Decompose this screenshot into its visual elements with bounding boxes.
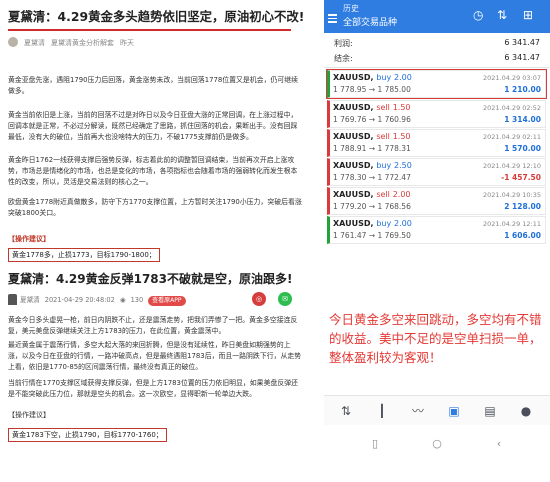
history-icon[interactable]: ▣ (446, 403, 462, 419)
trade-side: buy (376, 219, 392, 228)
trade-date: 2021.04.29 10:35 (482, 191, 541, 199)
annotation-note: 今日黄金多空来回跳动，多空均有不错的收益。美中不足的是空单扫损一单，整体盈利较为… (329, 312, 542, 365)
trade-profit: 1 570.00 (504, 144, 541, 153)
avatar (8, 37, 18, 47)
author-avatar (8, 294, 17, 305)
system-nav-bar: ▯ ○ ‹ (324, 430, 550, 460)
trade-symbol: XAUUSD, (333, 73, 374, 82)
trade-date: 2021.04.29 12:10 (482, 162, 541, 170)
recent-icon[interactable]: ▯ (368, 437, 382, 451)
trade-date: 2021.04.29 02:52 (482, 104, 541, 112)
divider (324, 67, 550, 68)
trade-lots: 1.50 (392, 103, 411, 112)
trade-profit: 1 314.00 (504, 115, 541, 124)
trade-prices: 1 788.91 → 1 778.31 (333, 144, 411, 153)
trade-lots: 2.00 (394, 219, 412, 228)
trade-prices: 1 761.47 → 1 769.50 (333, 231, 411, 240)
trade-side: sell (376, 190, 390, 199)
weibo-share-icon[interactable]: ◎ (252, 292, 266, 306)
trade-history-screen: 历史 全部交易品种 ◷ ⇅ ⊞ 利润: 6 341.47 结余: 6 341.4… (324, 0, 550, 482)
article1-paragraph: 黄金当前依旧是上涨，当前的回落不过是对昨日以及今日亚盘大涨的正常回调，在上涨过程… (8, 111, 298, 141)
menu-icon[interactable] (328, 14, 337, 25)
trade-row[interactable]: XAUUSD, sell 2.00 1 779.20 → 1 768.56 20… (327, 187, 546, 215)
sort-icon[interactable]: ⇅ (497, 8, 507, 22)
title-underline (8, 29, 291, 31)
summary-value: 6 341.47 (504, 53, 540, 62)
clock-icon[interactable]: ◷ (473, 8, 483, 22)
bottom-nav: ⇅ ┃ 〰 ▣ ▤ ● (324, 395, 550, 425)
header-subtitle: 历史 (343, 4, 359, 13)
trend-icon[interactable]: 〰 (410, 403, 426, 419)
add-order-icon[interactable]: ⊞ (523, 8, 533, 22)
trade-side: sell (376, 103, 390, 112)
trade-date: 2021.04.29 03:07 (482, 74, 541, 82)
trade-row[interactable]: XAUUSD, buy 2.50 1 778.30 → 1 772.47 202… (327, 158, 546, 186)
trade-row[interactable]: XAUUSD, buy 2.00 1 761.47 → 1 769.50 202… (327, 216, 546, 244)
summary-row: 结余: 6 341.47 (324, 53, 550, 66)
open-app-button[interactable]: 查看原APP (148, 296, 186, 306)
trade-symbol: XAUUSD, (333, 219, 374, 228)
article1-paragraph: 欧盘黄金1778附近真做散多，防守下方1770支撑位置，上方暂时关注1790小压… (8, 198, 302, 217)
trade-date: 2021.04.29 12:11 (482, 220, 541, 228)
summary-row: 利润: 6 341.47 (324, 38, 550, 51)
trade-row[interactable]: XAUUSD, sell 1.50 1 788.91 → 1 778.31 20… (327, 129, 546, 157)
trade-symbol: XAUUSD, (333, 190, 374, 199)
trade-profit: 1 606.00 (504, 231, 541, 240)
article2-views: 130 (130, 296, 144, 304)
article1-paragraph: 黄金昨日1762一线获得支撑后强势反弹，标志着此前的调整暂回调结束，当前再次开启… (8, 156, 298, 186)
header-title[interactable]: 全部交易品种 (343, 15, 397, 28)
trade-symbol: XAUUSD, (333, 103, 374, 112)
article2-datetime: 2021-04-29 20:48:02 (44, 296, 115, 304)
trade-side: buy (376, 73, 392, 82)
trade-side: buy (376, 161, 392, 170)
trade-prices: 1 778.30 → 1 772.47 (333, 173, 411, 182)
trade-prices: 1 778.95 → 1 785.00 (333, 85, 411, 94)
news-icon[interactable]: ▤ (482, 403, 498, 419)
article1-tag: 【操作建议】 (8, 235, 50, 243)
article2-suggestion-box: 黄金1783下空，止损1790，目标1770-1760； (8, 428, 167, 442)
trade-date: 2021.04.29 02:11 (482, 133, 541, 141)
article2-paragraph: 当前行情在1770支撑区域获得支撑反弹，但是上方1783位置的压力依旧明显，如果… (8, 379, 299, 398)
summary-value: 6 341.47 (504, 38, 540, 47)
article1-column[interactable]: 夏黛清黄金分析解套 (51, 39, 114, 47)
trade-prices: 1 769.76 → 1 760.96 (333, 115, 411, 124)
article2-paragraph: 黄金今日多头虚晃一枪，前日内阴跌不止，还是震荡走势，把我们弄惨了一把。黄金多空接… (8, 316, 298, 335)
trade-symbol: XAUUSD, (333, 132, 374, 141)
article1-meta: 夏黛清 夏黛清黄金分析解套 昨天 (8, 37, 140, 48)
quotes-icon[interactable]: ⇅ (338, 403, 354, 419)
trade-lots: 2.00 (394, 73, 412, 82)
app-header: 历史 全部交易品种 ◷ ⇅ ⊞ (324, 0, 550, 33)
article1-paragraph: 黄金亚盘先涨，遇阻1790压力后回落，黄金涨势未改，当前回落1778位置又是机会… (8, 76, 299, 95)
trade-row[interactable]: XAUUSD, buy 2.00 1 778.95 → 1 785.00 202… (326, 69, 547, 99)
chart-icon[interactable]: ┃ (374, 403, 390, 419)
trade-row[interactable]: XAUUSD, sell 1.50 1 769.76 → 1 760.96 20… (327, 100, 546, 128)
trade-lots: 1.50 (392, 132, 411, 141)
article1-author[interactable]: 夏黛清 (24, 39, 45, 47)
trade-lots: 2.50 (394, 161, 412, 170)
trade-lots: 2.00 (392, 190, 411, 199)
summary-label: 结余: (334, 54, 353, 63)
article1-title: 夏黛清：4.29黄金多头趋势依旧坚定，原油初心不改! (8, 9, 305, 24)
eye-icon: ◉ (119, 296, 126, 304)
back-icon[interactable]: ‹ (492, 437, 506, 451)
chat-icon[interactable]: ● (518, 403, 534, 419)
trade-side: sell (376, 132, 390, 141)
trade-loss: -1 457.50 (501, 173, 541, 182)
article2-tag: 【操作建议】 (8, 411, 50, 419)
trade-symbol: XAUUSD, (333, 161, 374, 170)
article1-suggestion-box: 黄金1778多，止损1773，目标1790-1800； (8, 248, 160, 262)
trade-profit: 2 128.00 (504, 202, 541, 211)
article2-paragraph: 最近黄金属于震荡行情，多空大起大落的来回折腾，但是没有延续性，昨日美盘如期强势的… (8, 341, 302, 371)
article-panel: 夏黛清：4.29黄金多头趋势依旧坚定，原油初心不改! 夏黛清 夏黛清黄金分析解套昨… (0, 0, 315, 482)
home-icon[interactable]: ○ (430, 437, 444, 451)
article1-date: 昨天 (120, 39, 134, 47)
summary-label: 利润: (334, 39, 353, 48)
article2-author[interactable]: 夏黛清 (20, 296, 40, 304)
wechat-share-icon[interactable]: ✉ (278, 292, 292, 306)
article2-title: 夏黛清：4.29黄金反弹1783不破就是空，原油跟多! (8, 272, 293, 286)
trade-profit: 1 210.00 (504, 85, 541, 94)
trade-prices: 1 779.20 → 1 768.56 (333, 202, 411, 211)
